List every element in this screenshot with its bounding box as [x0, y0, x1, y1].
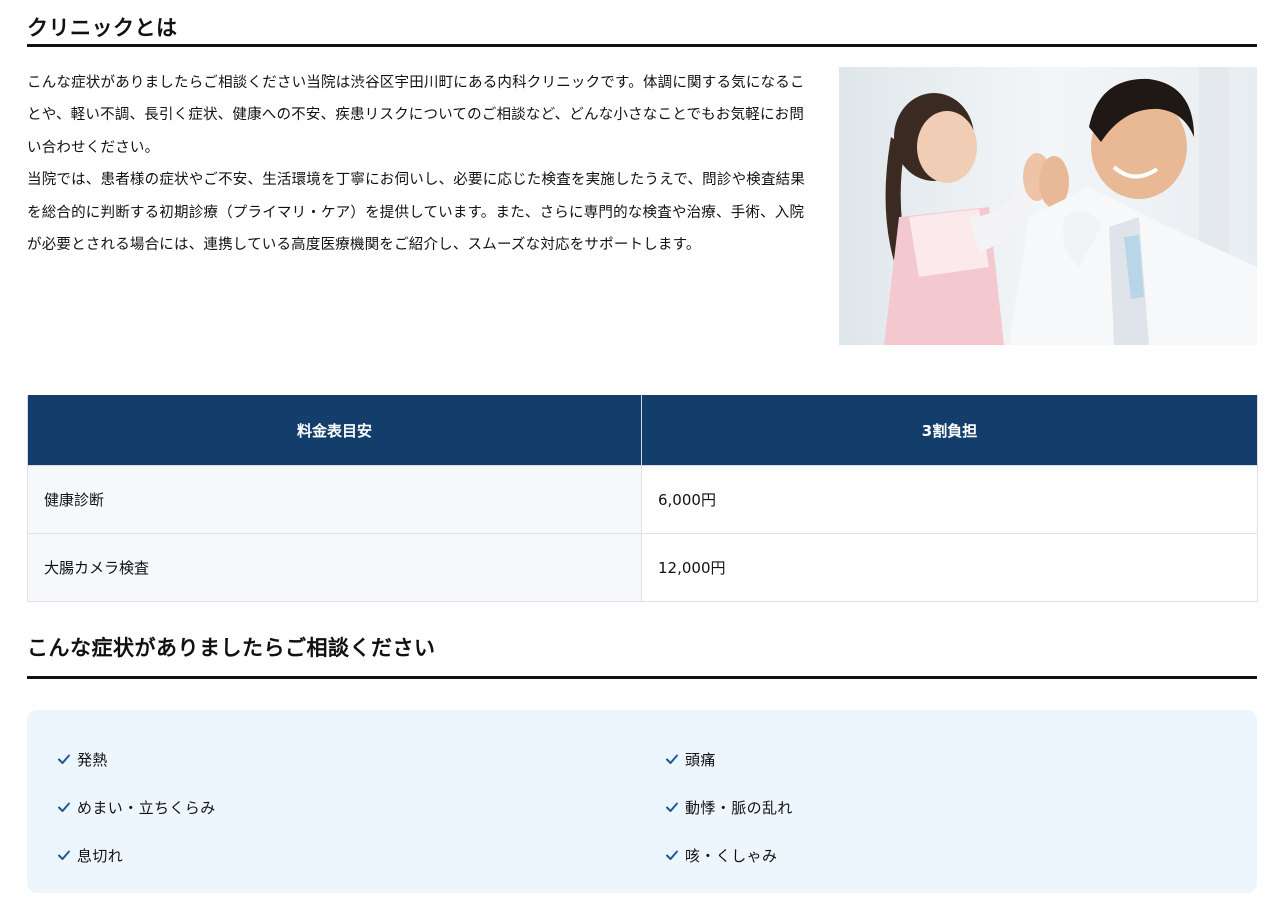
table-row: 健康診断 6,000円 — [27, 465, 1258, 534]
symptom-list: 発熱 頭痛 めまい・立ちくらみ 動悸・脈の乱れ 息切れ 咳・くしゃみ — [57, 735, 1257, 879]
check-icon — [58, 754, 70, 764]
check-icon — [666, 850, 678, 860]
symptom-label: 咳・くしゃみ — [685, 846, 778, 865]
price-table-header-row: 料金表目安 3割負担 — [27, 395, 1258, 466]
clinic-paragraph-1: こんな症状がありましたらご相談ください当院は渋谷区宇田川町にある内科クリニックで… — [27, 75, 805, 156]
check-icon — [666, 754, 678, 764]
symptom-label: 発熱 — [77, 750, 108, 769]
list-item: 動悸・脈の乱れ — [665, 783, 1225, 831]
doctor-child-photo — [839, 67, 1257, 345]
price-item-value: 6,000円 — [641, 465, 1258, 534]
check-icon — [58, 850, 70, 860]
price-item-name: 健康診断 — [27, 465, 642, 534]
symptoms-section-title: こんな症状がありましたらご相談ください — [27, 636, 436, 660]
list-item: 頭痛 — [665, 735, 1225, 783]
symptoms-title-rule — [27, 676, 1257, 679]
clinic-section-title: クリニックとは — [27, 16, 178, 40]
symptoms-section: こんな症状がありましたらご相談ください — [27, 620, 1257, 679]
symptom-label: 動悸・脈の乱れ — [685, 798, 793, 817]
clinic-intro: こんな症状がありましたらご相談ください当院は渋谷区宇田川町にある内科クリニックで… — [27, 47, 1257, 383]
price-table: 料金表目安 3割負担 健康診断 6,000円 大腸カメラ検査 12,000円 — [27, 395, 1258, 602]
table-row: 大腸カメラ検査 12,000円 — [27, 533, 1258, 602]
clinic-intro-text: こんな症状がありましたらご相談ください当院は渋谷区宇田川町にある内科クリニックで… — [27, 67, 809, 261]
symptom-label: めまい・立ちくらみ — [77, 798, 216, 817]
symptom-label: 頭痛 — [685, 750, 716, 769]
page: クリニックとは こんな症状がありましたらご相談ください当院は渋谷区宇田川町にある… — [0, 0, 1282, 903]
price-item-value: 12,000円 — [641, 533, 1258, 602]
doctor-child-photo-illustration — [839, 67, 1257, 345]
price-item-name: 大腸カメラ検査 — [27, 533, 642, 602]
price-table-header-item: 料金表目安 — [27, 395, 642, 466]
price-table-header-price: 3割負担 — [641, 395, 1258, 466]
symptom-list-box: 発熱 頭痛 めまい・立ちくらみ 動悸・脈の乱れ 息切れ 咳・くしゃみ — [27, 710, 1257, 893]
check-icon — [666, 802, 678, 812]
check-icon — [58, 802, 70, 812]
list-item: 咳・くしゃみ — [665, 831, 1225, 879]
clinic-paragraph-2: 当院では、患者様の症状やご不安、生活環境を丁寧にお伺いし、必要に応じた検査を実施… — [27, 172, 806, 254]
list-item: 息切れ — [57, 831, 665, 879]
list-item: めまい・立ちくらみ — [57, 783, 665, 831]
list-item: 発熱 — [57, 735, 665, 783]
main-content: クリニックとは こんな症状がありましたらご相談ください当院は渋谷区宇田川町にある… — [27, 0, 1258, 893]
symptom-label: 息切れ — [77, 846, 124, 865]
